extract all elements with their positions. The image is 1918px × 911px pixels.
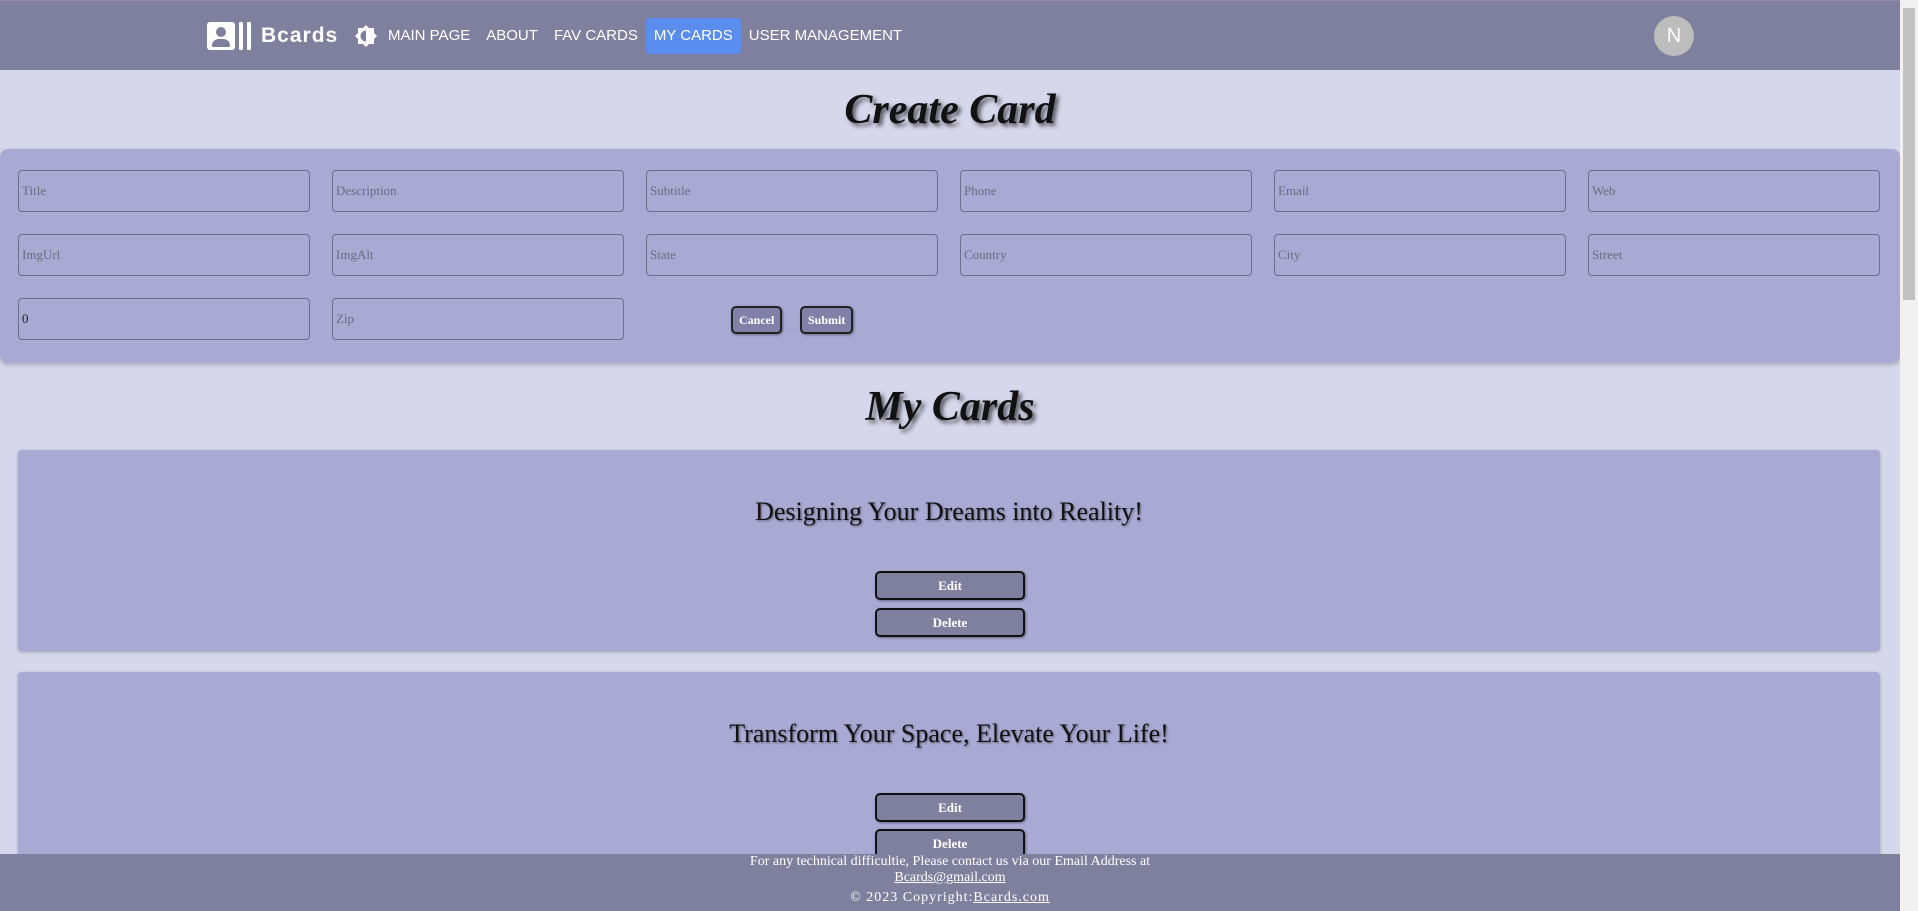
phone-field[interactable]	[960, 170, 1252, 212]
img-alt-field[interactable]	[332, 234, 624, 276]
contact-card-icon	[207, 21, 253, 51]
cancel-button[interactable]: Cancel	[731, 306, 783, 334]
card-item: Designing Your Dreams into Reality! Edit…	[18, 450, 1880, 651]
user-avatar[interactable]: N	[1654, 16, 1694, 56]
my-cards-heading: My Cards	[865, 384, 1035, 430]
nav-about[interactable]: ABOUT	[478, 18, 546, 54]
img-url-field[interactable]	[18, 234, 310, 276]
edit-card-button[interactable]: Edit	[875, 571, 1025, 600]
card-title: Transform Your Space, Elevate Your Life!	[729, 719, 1169, 748]
city-field[interactable]	[1274, 234, 1566, 276]
app-bar: Bcards MAIN PAGE ABOUT FAV CARDS MY CARD…	[0, 0, 1900, 70]
street-field[interactable]	[1588, 234, 1880, 276]
edit-card-button[interactable]: Edit	[875, 793, 1025, 822]
nav-my-cards[interactable]: MY CARDS	[645, 18, 741, 54]
theme-toggle-icon[interactable]	[354, 24, 378, 48]
copyright-text: © 2023 Copyright:	[850, 890, 974, 905]
nav-user-management[interactable]: USER MANAGEMENT	[741, 18, 910, 54]
footer-copyright: © 2023 Copyright:Bcards.com	[0, 890, 1900, 906]
create-card-heading: Create Card	[844, 87, 1056, 133]
delete-card-button[interactable]: Delete	[875, 608, 1025, 637]
footer-site-link[interactable]: Bcards.com	[973, 890, 1049, 905]
footer: For any technical difficultie, Please co…	[0, 854, 1900, 911]
footer-contact-text: For any technical difficultie, Please co…	[749, 854, 1151, 869]
state-field[interactable]	[646, 234, 938, 276]
scrollbar-thumb[interactable]	[1903, 8, 1915, 300]
description-field[interactable]	[332, 170, 624, 212]
email-field[interactable]	[1274, 170, 1566, 212]
brand-logo[interactable]: Bcards	[207, 21, 338, 51]
house-number-field[interactable]	[18, 298, 310, 340]
title-field[interactable]	[18, 170, 310, 212]
card-title: Designing Your Dreams into Reality!	[755, 497, 1143, 526]
nav-main-page[interactable]: MAIN PAGE	[380, 18, 478, 54]
subtitle-field[interactable]	[646, 170, 938, 212]
nav-fav-cards[interactable]: FAV CARDS	[546, 18, 646, 54]
zip-field[interactable]	[332, 298, 624, 340]
footer-email-link[interactable]: Bcards@gmail.com	[894, 870, 1005, 885]
web-field[interactable]	[1588, 170, 1880, 212]
submit-button[interactable]: Submit	[800, 306, 854, 334]
country-field[interactable]	[960, 234, 1252, 276]
main-nav: MAIN PAGE ABOUT FAV CARDS MY CARDS USER …	[380, 18, 910, 54]
brand-name: Bcards	[261, 24, 339, 47]
page-scrollbar[interactable]	[1900, 0, 1918, 911]
